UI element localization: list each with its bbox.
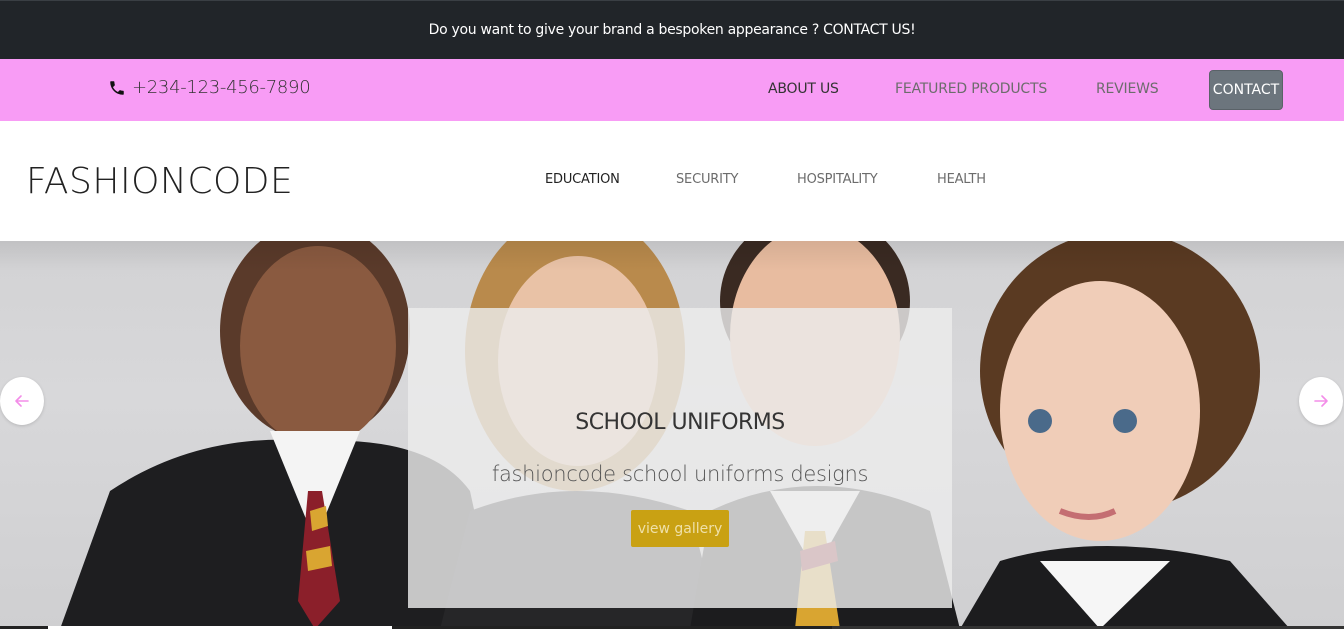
nav-security[interactable]: SECURITY bbox=[676, 172, 738, 187]
nav-about-us[interactable]: ABOUT US bbox=[768, 81, 839, 97]
hero-carousel: SCHOOL UNIFORMS fashioncode school unifo… bbox=[0, 241, 1344, 629]
arrow-left-icon bbox=[14, 393, 30, 409]
arrow-right-icon bbox=[1313, 393, 1329, 409]
carousel-next-button[interactable] bbox=[1299, 377, 1343, 425]
hero-caption: SCHOOL UNIFORMS fashioncode school unifo… bbox=[408, 308, 952, 608]
hero-subtitle: fashioncode school uniforms designs bbox=[491, 462, 869, 486]
nav-hospitality[interactable]: HOSPITALITY bbox=[797, 172, 878, 187]
phone-icon bbox=[108, 79, 126, 97]
announcement-text[interactable]: Do you want to give your brand a bespoke… bbox=[429, 22, 916, 38]
contact-button[interactable]: CONTACT bbox=[1209, 70, 1283, 110]
phone-number[interactable]: +234-123-456-7890 bbox=[108, 77, 311, 98]
carousel-prev-button[interactable] bbox=[0, 377, 44, 425]
hero-title: SCHOOL UNIFORMS bbox=[575, 410, 785, 435]
contact-bar: +234-123-456-7890 ABOUT US FEATURED PROD… bbox=[0, 59, 1344, 121]
announcement-bar: Do you want to give your brand a bespoke… bbox=[0, 0, 1344, 59]
brand-logo[interactable]: FASHIONCODE bbox=[26, 161, 293, 202]
view-gallery-button[interactable]: view gallery bbox=[631, 510, 729, 547]
phone-text: +234-123-456-7890 bbox=[132, 77, 311, 98]
nav-reviews[interactable]: REVIEWS bbox=[1096, 81, 1159, 97]
nav-education[interactable]: EDUCATION bbox=[545, 172, 620, 187]
hero-top-shadow bbox=[0, 241, 1344, 271]
main-navbar: FASHIONCODE EDUCATION SECURITY HOSPITALI… bbox=[0, 121, 1344, 241]
nav-health[interactable]: HEALTH bbox=[937, 172, 986, 187]
nav-featured-products[interactable]: FEATURED PRODUCTS bbox=[895, 81, 1047, 97]
